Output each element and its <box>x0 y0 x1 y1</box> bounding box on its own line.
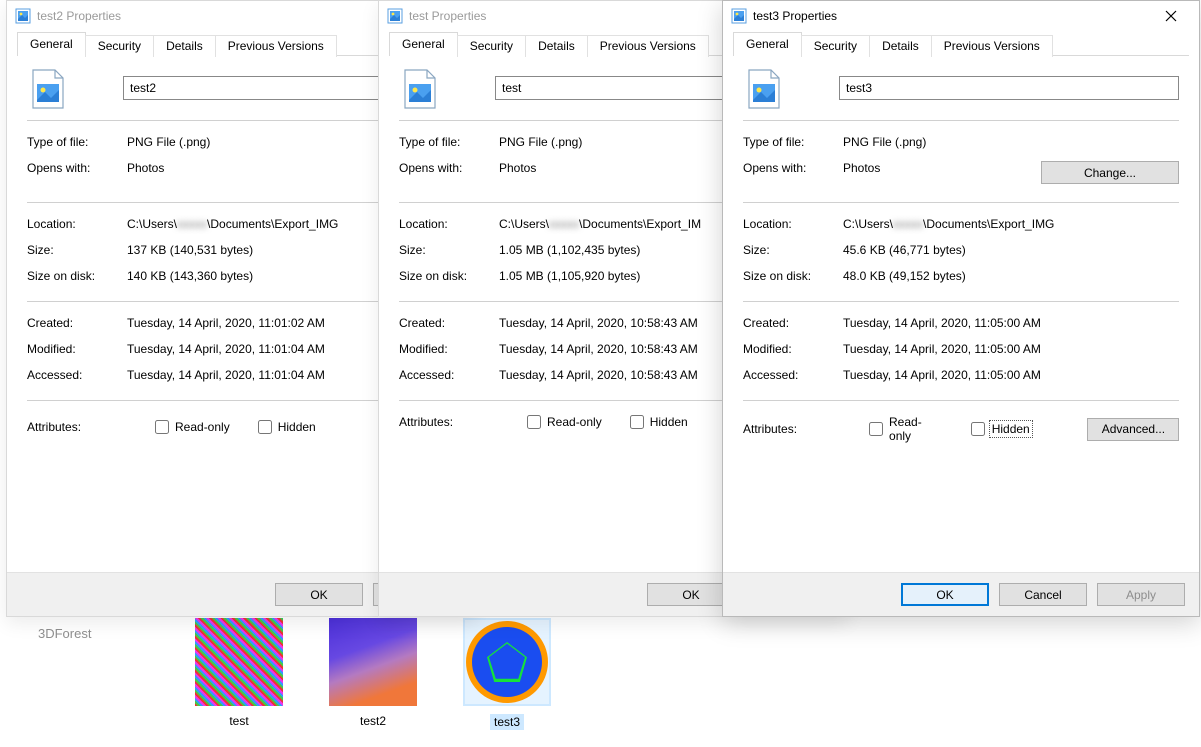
label-size-on-disk: Size on disk: <box>743 269 843 283</box>
thumbnail-caption: test <box>195 714 283 728</box>
properties-dialog-test3[interactable]: test3 Properties General Security Detail… <box>722 0 1200 617</box>
apply-button[interactable]: Apply <box>1097 583 1185 606</box>
thumbnail-test2[interactable]: test2 <box>329 618 417 730</box>
advanced-button[interactable]: Advanced... <box>1087 418 1179 441</box>
window-title: test Properties <box>409 9 486 23</box>
thumbnail-image <box>195 618 283 706</box>
label-type: Type of file: <box>399 135 499 149</box>
explorer-background: 3DForest test test2 test3 <box>0 616 1201 747</box>
label-created: Created: <box>27 316 127 330</box>
hidden-checkbox[interactable]: Hidden <box>258 420 316 434</box>
label-location: Location: <box>743 217 843 231</box>
value-size-on-disk: 48.0 KB (49,152 bytes) <box>843 269 1179 283</box>
label-accessed: Accessed: <box>743 368 843 382</box>
value-location: C:\Users\xxxxx\Documents\Export_IMG <box>843 217 1179 231</box>
ok-button[interactable]: OK <box>275 583 363 606</box>
label-size-on-disk: Size on disk: <box>399 269 499 283</box>
hidden-checkbox[interactable]: Hidden <box>630 415 688 429</box>
label-location: Location: <box>27 217 127 231</box>
tab-details[interactable]: Details <box>153 35 216 57</box>
window-title: test2 Properties <box>37 9 121 23</box>
label-attributes: Attributes: <box>27 420 127 434</box>
tab-previous-versions[interactable]: Previous Versions <box>587 35 709 57</box>
readonly-checkbox[interactable]: Read-only <box>527 415 602 429</box>
filename-input[interactable] <box>839 76 1179 100</box>
label-type: Type of file: <box>27 135 127 149</box>
tab-security[interactable]: Security <box>457 35 526 57</box>
close-icon <box>1165 10 1177 22</box>
tab-previous-versions[interactable]: Previous Versions <box>215 35 337 57</box>
window-icon <box>15 8 31 24</box>
tab-bar: General Security Details Previous Versio… <box>723 31 1199 55</box>
thumbnail-strip: test test2 test3 <box>195 618 551 730</box>
label-modified: Modified: <box>27 342 127 356</box>
tab-security[interactable]: Security <box>85 35 154 57</box>
ok-button[interactable]: OK <box>901 583 989 606</box>
thumbnail-image <box>329 618 417 706</box>
hidden-checkbox[interactable]: Hidden <box>971 422 1031 436</box>
file-type-icon <box>403 68 437 108</box>
label-opens-with: Opens with: <box>399 161 499 184</box>
window-title: test3 Properties <box>753 9 837 23</box>
thumbnail-test[interactable]: test <box>195 618 283 730</box>
cancel-button[interactable]: Cancel <box>999 583 1087 606</box>
window-icon <box>731 8 747 24</box>
value-opens-with: Photos <box>127 161 395 184</box>
label-size: Size: <box>399 243 499 257</box>
close-button[interactable] <box>1151 2 1191 30</box>
tab-details[interactable]: Details <box>869 35 932 57</box>
value-type: PNG File (.png) <box>843 135 1179 149</box>
label-opens-with: Opens with: <box>743 161 843 184</box>
label-size: Size: <box>27 243 127 257</box>
label-location: Location: <box>399 217 499 231</box>
window-icon <box>387 8 403 24</box>
tab-general[interactable]: General <box>17 32 86 56</box>
titlebar[interactable]: test3 Properties <box>723 1 1199 31</box>
label-type: Type of file: <box>743 135 843 149</box>
label-created: Created: <box>399 316 499 330</box>
value-size: 45.6 KB (46,771 bytes) <box>843 243 1179 257</box>
tab-details[interactable]: Details <box>525 35 588 57</box>
file-type-icon <box>31 68 65 108</box>
tab-previous-versions[interactable]: Previous Versions <box>931 35 1053 57</box>
label-created: Created: <box>743 316 843 330</box>
thumbnail-image <box>463 618 551 706</box>
label-modified: Modified: <box>399 342 499 356</box>
label-modified: Modified: <box>743 342 843 356</box>
thumbnail-caption: test2 <box>329 714 417 728</box>
thumbnail-caption: test3 <box>490 714 524 730</box>
dialog-footer: OK Cancel Apply <box>723 572 1199 616</box>
tab-general[interactable]: General <box>389 32 458 56</box>
label-attributes: Attributes: <box>743 422 841 436</box>
label-accessed: Accessed: <box>399 368 499 382</box>
readonly-checkbox[interactable]: Read-only <box>869 415 942 443</box>
value-opens-with: Photos <box>843 161 1041 184</box>
label-attributes: Attributes: <box>399 415 499 429</box>
file-type-icon <box>747 68 781 108</box>
value-created: Tuesday, 14 April, 2020, 11:05:00 AM <box>843 316 1179 330</box>
value-modified: Tuesday, 14 April, 2020, 11:05:00 AM <box>843 342 1179 356</box>
thumbnail-test3[interactable]: test3 <box>463 618 551 730</box>
readonly-checkbox[interactable]: Read-only <box>155 420 230 434</box>
value-accessed: Tuesday, 14 April, 2020, 11:05:00 AM <box>843 368 1179 382</box>
label-accessed: Accessed: <box>27 368 127 382</box>
tab-security[interactable]: Security <box>801 35 870 57</box>
tab-general[interactable]: General <box>733 32 802 56</box>
label-size-on-disk: Size on disk: <box>27 269 127 283</box>
background-folder-label: 3DForest <box>38 626 91 641</box>
change-button[interactable]: Change... <box>1041 161 1179 184</box>
label-size: Size: <box>743 243 843 257</box>
label-opens-with: Opens with: <box>27 161 127 184</box>
tab-content: Type of file:PNG File (.png) Opens with:… <box>723 56 1199 572</box>
